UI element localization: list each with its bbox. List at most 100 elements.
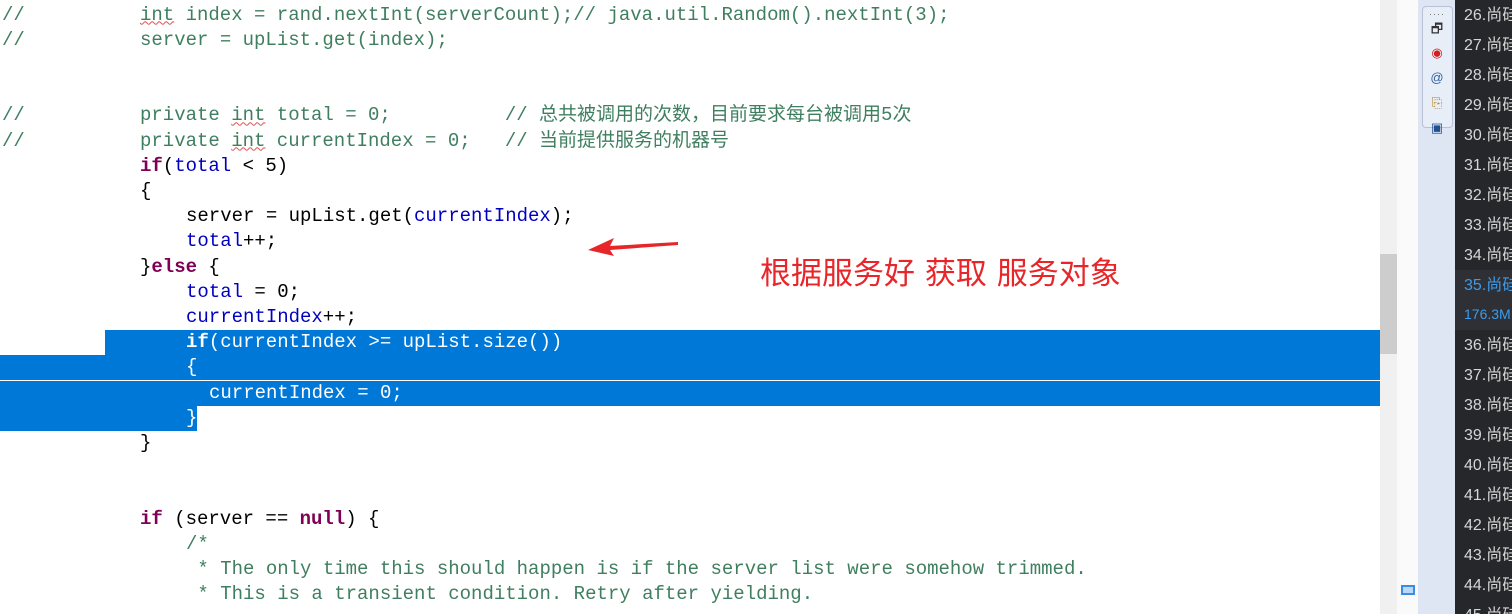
file-list-item[interactable]: 37.尚硅: [1464, 361, 1512, 391]
code-token: * The only time this should happen is if…: [186, 557, 1087, 580]
file-list-item[interactable]: 29.尚硅: [1464, 91, 1512, 121]
at-icon[interactable]: @: [1429, 70, 1445, 86]
code-token: total = 0; // 总共被调用的次数，目前要求每台被调用5次: [265, 104, 912, 127]
file-list-item[interactable]: 30.尚硅: [1464, 121, 1512, 151]
code-line: * This is a transient condition. Retry a…: [0, 582, 1380, 607]
side-toolbar: ···· 🗗 ◉ @ ⎘ ▣: [1418, 0, 1455, 614]
file-list-item[interactable]: 31.尚硅: [1464, 151, 1512, 181]
code-token: server = upList.get(: [186, 205, 415, 228]
code-token: else: [151, 255, 197, 278]
code-token: if: [186, 331, 209, 354]
code-line: if (currentIndex >= upList.size()): [0, 330, 1380, 355]
code-line: }: [0, 431, 1380, 456]
editor-scrollbar[interactable]: [1380, 0, 1397, 614]
code-token: if: [140, 154, 163, 177]
file-size: 176.3M: [1464, 306, 1511, 322]
code-token: = 0;: [243, 280, 301, 303]
code-token: {: [140, 179, 152, 202]
code-token: int: [231, 104, 266, 127]
code-token: //: [2, 129, 25, 152]
code-token: }: [140, 431, 152, 454]
code-line: /*: [0, 532, 1380, 557]
file-list: 26.尚硅 27.尚硅 28.尚硅 29.尚硅 30.尚硅 31.尚硅 32.尚硅 33.尚硅…: [1455, 0, 1512, 614]
file-list-item[interactable]: 42.尚硅: [1464, 511, 1512, 541]
code-token: currentIndex = 0;: [209, 381, 403, 404]
code-token: index = rand.nextInt(serverCount);// jav…: [174, 3, 950, 26]
code-line: if (server == null) {: [0, 507, 1380, 532]
code-token: (currentIndex >= upList.size()): [208, 331, 563, 354]
code-token: //: [2, 3, 25, 26]
red-arrow-annotation: [588, 238, 678, 256]
code-token: int: [231, 129, 266, 152]
code-token: ++;: [322, 305, 358, 328]
code-token: ++;: [243, 230, 278, 253]
code-token: currentIndex: [414, 205, 551, 228]
code-token: {: [197, 255, 220, 278]
file-list-item[interactable]: 27.尚硅: [1464, 31, 1512, 61]
code-line: currentIndex = 0;: [0, 381, 1380, 406]
code-line: // server = upList.get(index);: [0, 28, 1380, 53]
code-token: * This is a transient condition. Retry a…: [186, 583, 814, 606]
code-editor[interactable]: } // int index = rand.nextInt(serverCount)…: [0, 0, 1380, 614]
code-line: {: [0, 355, 1380, 380]
code-line: // private int currentIndex = 0; // 当前提供服…: [0, 129, 1380, 154]
code-token: (: [162, 154, 175, 177]
code-line: }: [0, 406, 1380, 431]
code-token: int: [140, 3, 175, 26]
code-token: null: [299, 507, 346, 530]
file-list-item[interactable]: 39.尚硅: [1464, 421, 1512, 451]
code-token: total: [186, 280, 244, 303]
grip-icon: ····: [1429, 9, 1445, 19]
scrollbar-thumb[interactable]: [1380, 254, 1397, 354]
file-list-item[interactable]: 28.尚硅: [1464, 61, 1512, 91]
code-line: server = upList.get(currentIndex);: [0, 204, 1380, 229]
code-token: ) {: [345, 507, 380, 530]
code-token: if: [140, 507, 163, 530]
code-token: private: [140, 104, 232, 127]
file-list-item[interactable]: 44.尚硅: [1464, 571, 1512, 601]
arrow-shape: [588, 238, 678, 256]
file-list-item[interactable]: 40.尚硅: [1464, 451, 1512, 481]
code-line: if(total < 5): [0, 154, 1380, 179]
file-list-item[interactable]: 34.尚硅: [1464, 241, 1512, 271]
restore-icon[interactable]: 🗗: [1429, 21, 1445, 37]
annotation-text: 根据服务好 获取 服务对象: [760, 256, 1121, 292]
code-token: /*: [186, 532, 209, 555]
code-token: total: [174, 154, 232, 177]
overview-ruler: [1397, 0, 1419, 614]
file-list-item[interactable]: 43.尚硅: [1464, 541, 1512, 571]
file-list-item[interactable]: 33.尚硅: [1464, 211, 1512, 241]
document-arrow-icon[interactable]: ⎘: [1429, 95, 1445, 111]
file-list-item[interactable]: 38.尚硅: [1464, 391, 1512, 421]
code-token: //: [2, 104, 25, 127]
file-list-item[interactable]: 26.尚硅: [1464, 1, 1512, 31]
code-token: < 5): [231, 154, 289, 177]
marker-icon[interactable]: [1401, 585, 1415, 595]
code-line: } else {: [0, 255, 1380, 280]
file-list-item[interactable]: 35.尚硅: [1464, 271, 1512, 301]
code-line: // int index = rand.nextInt(serverCount);…: [0, 3, 1380, 28]
code-line: currentIndex ++;: [0, 305, 1380, 330]
toolbar-group: ···· 🗗 ◉ @ ⎘ ▣: [1422, 6, 1453, 135]
code-token: (server ==: [162, 507, 300, 530]
code-line: total = 0;: [0, 280, 1380, 305]
debug-icon[interactable]: ◉: [1429, 45, 1445, 61]
code-token: currentIndex = 0; // 当前提供服务的机器号: [265, 129, 730, 152]
file-list-item[interactable]: 36.尚硅: [1464, 331, 1512, 361]
file-list-item[interactable]: 45.尚硅: [1464, 601, 1512, 614]
code-token: );: [550, 205, 574, 228]
code-token: //: [2, 28, 25, 51]
file-list-item[interactable]: 41.尚硅: [1464, 481, 1512, 511]
code-line: total ++;: [0, 229, 1380, 254]
code-token: }: [140, 255, 152, 278]
code-line: // private int total = 0; // 总共被调用的次数，目前要…: [0, 103, 1380, 128]
monitor-icon[interactable]: ▣: [1429, 120, 1445, 136]
code-token: }: [186, 406, 198, 429]
code-token: {: [186, 356, 198, 379]
file-list-item[interactable]: 32.尚硅: [1464, 181, 1512, 211]
code-token: server = upList.get(index);: [140, 28, 448, 51]
